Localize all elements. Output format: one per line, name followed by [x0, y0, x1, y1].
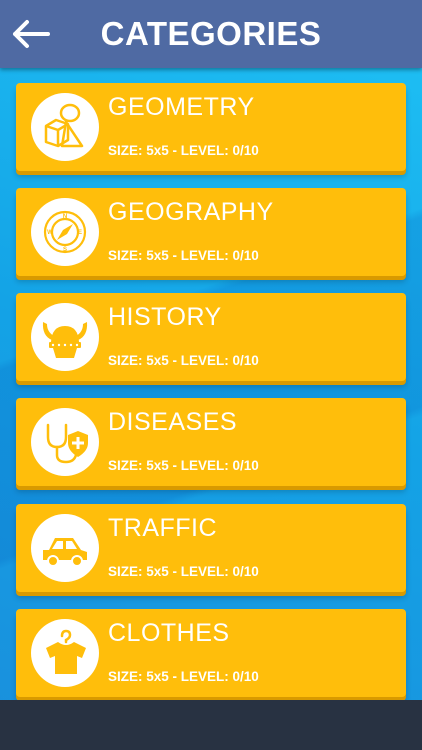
compass-icon: N S E W — [43, 210, 87, 254]
top-bar: CATEGORIES — [0, 0, 422, 68]
shirt-hanger-icon — [46, 629, 86, 674]
category-icon-badge — [31, 619, 99, 687]
category-icon-badge — [31, 93, 99, 161]
category-icon-badge — [31, 408, 99, 476]
category-card-geometry[interactable]: GEOMETRY SIZE: 5x5 - LEVEL: 0/10 — [16, 83, 406, 171]
car-icon — [43, 538, 87, 567]
category-card-diseases[interactable]: DISEASES SIZE: 5x5 - LEVEL: 0/10 — [16, 398, 406, 486]
category-name: GEOMETRY — [108, 93, 255, 121]
category-progress: SIZE: 5x5 - LEVEL: 0/10 — [108, 353, 259, 368]
svg-text:S: S — [63, 247, 67, 253]
viking-helmet-icon — [42, 322, 88, 358]
bottom-bar — [0, 700, 422, 750]
svg-text:E: E — [78, 230, 82, 236]
category-name: DISEASES — [108, 408, 238, 436]
category-name: CLOTHES — [108, 619, 230, 647]
category-icon-badge: N S E W — [31, 198, 99, 266]
category-progress: SIZE: 5x5 - LEVEL: 0/10 — [108, 248, 259, 263]
page-title: CATEGORIES — [100, 15, 322, 52]
category-progress: SIZE: 5x5 - LEVEL: 0/10 — [108, 458, 259, 473]
svg-text:N: N — [63, 214, 67, 220]
category-icon-badge — [31, 514, 99, 582]
category-name: HISTORY — [108, 303, 222, 331]
category-name: GEOGRAPHY — [108, 198, 274, 226]
category-card-clothes[interactable]: CLOTHES SIZE: 5x5 - LEVEL: 0/10 — [16, 609, 406, 697]
category-progress: SIZE: 5x5 - LEVEL: 0/10 — [108, 669, 259, 684]
category-progress: SIZE: 5x5 - LEVEL: 0/10 — [108, 143, 259, 158]
stethoscope-shield-icon — [46, 423, 88, 464]
category-name: TRAFFIC — [108, 514, 218, 542]
category-icon-badge — [31, 303, 99, 371]
category-card-geography[interactable]: N S E W GEOGRAPHY SIZE: 5x5 - LEVEL: 0/1… — [16, 188, 406, 276]
svg-text:W: W — [47, 230, 53, 236]
category-card-traffic[interactable]: TRAFFIC SIZE: 5x5 - LEVEL: 0/10 — [16, 504, 406, 592]
category-card-history[interactable]: HISTORY SIZE: 5x5 - LEVEL: 0/10 — [16, 293, 406, 381]
geometry-shapes-icon — [44, 103, 84, 148]
category-progress: SIZE: 5x5 - LEVEL: 0/10 — [108, 564, 259, 579]
